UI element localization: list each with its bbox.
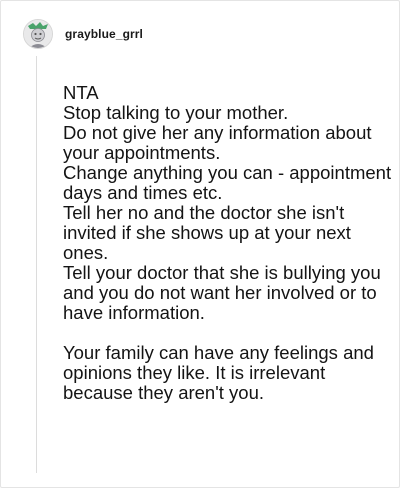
comment-closing: Your family can have any feelings and op… — [63, 342, 380, 403]
comment-card: grayblue_grrl NTA Stop talking to your m… — [0, 0, 400, 488]
username[interactable]: grayblue_grrl — [65, 27, 143, 41]
comment-line: Do not give her any information about yo… — [63, 122, 377, 163]
comment-line: NTA — [63, 82, 99, 103]
comment-line: Tell her no and the doctor she isn't inv… — [63, 202, 357, 263]
comment-body: NTA Stop talking to your mother. Do not … — [63, 83, 393, 403]
avatar-icon[interactable] — [23, 19, 53, 49]
comment-line: Tell your doctor that she is bullying yo… — [63, 262, 386, 323]
comment-line: Change anything you can - appointment da… — [63, 162, 397, 203]
comment-header: grayblue_grrl — [23, 18, 143, 50]
thread-line[interactable] — [36, 56, 37, 473]
comment-line: Stop talking to your mother. — [63, 102, 289, 123]
